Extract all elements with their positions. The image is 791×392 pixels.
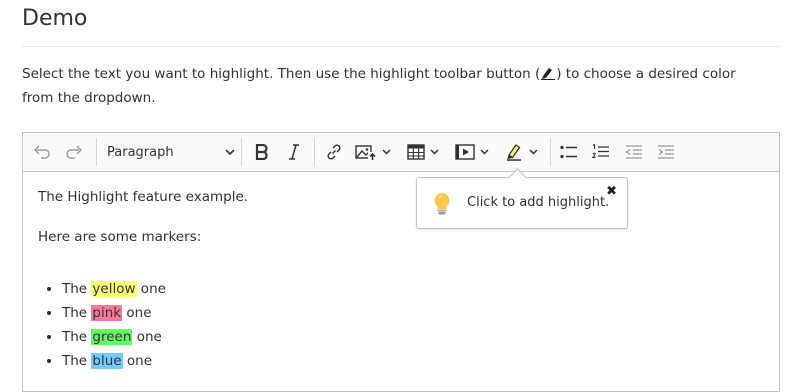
- blue-highlight: blue: [91, 353, 123, 369]
- outdent-icon: [625, 145, 642, 159]
- toolbar-separator: [96, 138, 97, 166]
- toolbar-separator: [314, 138, 315, 166]
- media-embed-icon: [455, 144, 475, 160]
- highlight-button[interactable]: [505, 140, 547, 164]
- list-item: The green one: [62, 325, 362, 349]
- editor-content[interactable]: The Highlight feature example. Here are …: [38, 185, 249, 369]
- chevron-down-icon: [382, 149, 391, 155]
- bulleted-list-icon: [560, 145, 577, 159]
- toolbar-separator: [241, 138, 242, 166]
- close-icon[interactable]: ✖: [606, 185, 617, 199]
- bold-button[interactable]: [251, 140, 273, 164]
- popup-message: Click to add highlight.: [467, 195, 610, 210]
- insert-media-button[interactable]: [455, 140, 495, 164]
- link-icon: [327, 144, 341, 160]
- list-item: The yellow one: [62, 277, 362, 301]
- undo-icon: [34, 145, 50, 159]
- list-item: The blue one: [62, 349, 362, 373]
- list-item-suffix: one: [136, 281, 166, 297]
- highlight-marker-icon: [540, 64, 556, 80]
- chevron-down-icon: [225, 149, 235, 155]
- pink-highlight: pink: [91, 305, 123, 321]
- highlight-tooltip-popup: Click to add highlight. ✖: [416, 168, 628, 229]
- outdent-button[interactable]: [623, 140, 645, 164]
- italic-icon: [289, 144, 299, 160]
- list-item-prefix: The: [62, 329, 92, 345]
- toolbar-separator: [550, 138, 551, 166]
- chevron-down-icon: [529, 149, 538, 155]
- indent-icon: [658, 145, 674, 159]
- numbered-list-button[interactable]: [590, 140, 612, 164]
- redo-button[interactable]: [63, 140, 85, 164]
- link-button[interactable]: [323, 140, 345, 164]
- green-highlight: green: [91, 329, 133, 345]
- undo-button[interactable]: [31, 140, 53, 164]
- numbered-list-icon: [592, 144, 609, 158]
- italic-button[interactable]: [283, 140, 305, 164]
- lightbulb-icon: [434, 193, 450, 215]
- list-item: The pink one: [62, 301, 362, 325]
- highlight-marker-icon: [507, 144, 521, 161]
- table-icon: [407, 144, 425, 160]
- indent-button[interactable]: [655, 140, 677, 164]
- chevron-down-icon: [480, 149, 489, 155]
- bold-icon: [255, 144, 268, 160]
- yellow-highlight: yellow: [91, 281, 137, 297]
- heading-dropdown[interactable]: Paragraph: [101, 140, 239, 164]
- paragraph: Here are some markers:: [38, 229, 202, 245]
- list-item-suffix: one: [122, 353, 153, 369]
- paragraph: The Highlight feature example.: [38, 189, 249, 205]
- rich-text-editor: Paragraph The Highlight feature example.…: [22, 132, 780, 392]
- bulleted-list-button[interactable]: [558, 140, 580, 164]
- list-item-prefix: The: [62, 305, 92, 321]
- list-item-prefix: The: [62, 281, 92, 297]
- page-title: Demo: [22, 6, 88, 31]
- instructions-text-start: Select the text you want to highlight. T…: [22, 66, 541, 82]
- chevron-down-icon: [430, 149, 439, 155]
- title-divider: [22, 46, 781, 47]
- list-item-suffix: one: [122, 305, 152, 321]
- image-upload-button[interactable]: [355, 140, 397, 164]
- image-upload-icon: [355, 145, 377, 161]
- redo-icon: [66, 145, 82, 159]
- editor-toolbar: Paragraph: [23, 133, 779, 172]
- instructions: Select the text you want to highlight. T…: [22, 62, 762, 110]
- list-item-prefix: The: [62, 353, 92, 369]
- list-item-suffix: one: [132, 329, 162, 345]
- heading-dropdown-label: Paragraph: [107, 144, 174, 160]
- insert-table-button[interactable]: [407, 140, 447, 164]
- marker-list: The yellow one The pink one The green on…: [38, 277, 362, 373]
